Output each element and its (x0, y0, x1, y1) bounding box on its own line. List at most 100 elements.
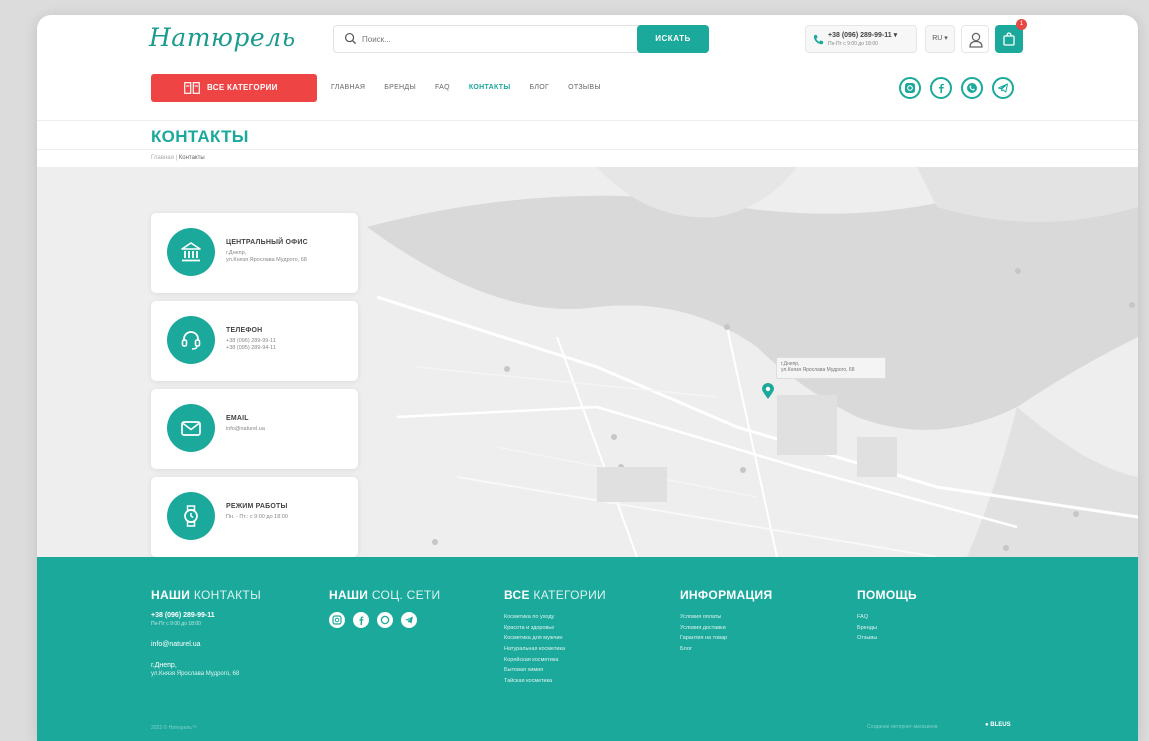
telegram-icon (998, 83, 1008, 93)
footer-facebook-link[interactable] (353, 612, 369, 628)
footer-address: ул.Князя Ярослава Мудрого, 68 (151, 671, 240, 677)
search-button[interactable]: ИСКАТЬ (637, 25, 709, 53)
heading-bold: ПОМОЩЬ (857, 588, 917, 602)
menu-item-faq[interactable]: FAQ (435, 84, 450, 91)
headset-icon (181, 331, 201, 350)
cart-icon (1003, 32, 1015, 46)
telegram-link[interactable] (992, 77, 1014, 99)
phone-dropdown[interactable]: +38 (096) 289-99-11 ▾ Пн-Пт с 9:00 до 18… (805, 25, 917, 53)
bank-icon (181, 242, 201, 262)
facebook-link[interactable] (930, 77, 952, 99)
menu-item-contacts[interactable]: КОНТАКТЫ (469, 84, 511, 91)
developer-logo[interactable]: ● BLEUS (985, 722, 1011, 728)
menu-item-home[interactable]: ГЛАВНАЯ (331, 84, 365, 91)
footer-link[interactable]: FAQ (857, 614, 917, 620)
heading-bold: НАШИ (329, 588, 369, 602)
card-phone-1[interactable]: +38 (096) 289-99-11 (226, 338, 276, 344)
user-icon (969, 32, 983, 48)
card-phone-2[interactable]: +38 (095) 289-94-11 (226, 345, 276, 351)
facebook-icon (359, 616, 364, 625)
map-marker-icon[interactable] (762, 383, 774, 399)
heading-bold: НАШИ (151, 588, 191, 602)
catalog-icon (184, 82, 200, 94)
all-categories-button[interactable]: ВСЕ КАТЕГОРИИ (151, 74, 317, 102)
breadcrumb-home[interactable]: Главная (151, 155, 174, 161)
footer-info-list: Условия оплаты Условия доставки Гарантия… (680, 614, 772, 652)
page-title-bar: КОНТАКТЫ (37, 120, 1138, 150)
footer-link[interactable]: Блог (680, 646, 772, 652)
header-phone: +38 (096) 289-99-11 ▾ (828, 32, 898, 39)
location-map[interactable]: ЦЕНТРАЛЬНЫЙ ОФИС г.Днепр, ул.Князя Яросл… (37, 167, 1138, 557)
contact-card-phone: ТЕЛЕФОН +38 (096) 289-99-11 +38 (095) 28… (151, 301, 358, 381)
heading-light: СОЦ. СЕТИ (368, 588, 441, 602)
footer-link[interactable]: Условия оплаты (680, 614, 772, 620)
menu-item-brands[interactable]: БРЕНДЫ (384, 84, 416, 91)
footer-link[interactable]: Бренды (857, 625, 917, 631)
heading-light: КАТЕГОРИИ (529, 588, 606, 602)
developer-credit[interactable]: Создание интернет-магазинов (867, 724, 938, 730)
footer-heading: ВСЕ КАТЕГОРИИ (504, 588, 606, 602)
viber-icon (380, 615, 390, 625)
search-icon (344, 32, 357, 45)
footer-link[interactable]: Красота и здоровье (504, 625, 606, 631)
copyright: 2022 © Натюрель™ (151, 725, 197, 731)
footer-email[interactable]: info@naturel.ua (151, 641, 261, 648)
account-button[interactable] (961, 25, 989, 53)
footer-social-links (329, 612, 440, 628)
mail-icon (181, 421, 201, 436)
footer-link[interactable]: Отзывы (857, 635, 917, 641)
menu-item-blog[interactable]: БЛОГ (530, 84, 550, 91)
footer-link[interactable]: Косметика для мужчин (504, 635, 606, 641)
footer-link[interactable]: Условия доставки (680, 625, 772, 631)
cart-button[interactable]: 1 (995, 19, 1027, 53)
footer-phone[interactable]: +38 (096) 289-99-11 (151, 612, 261, 619)
card-line: г.Днепр, (226, 250, 247, 256)
footer-heading: ПОМОЩЬ (857, 588, 917, 602)
footer-categories: ВСЕ КАТЕГОРИИ Косметика по уходу Красота… (504, 588, 606, 689)
card-icon-circle (167, 316, 215, 364)
header-phone-hours: Пн-Пт с 9:00 до 18:00 (828, 41, 878, 47)
browser-page: Натюрель ИСКАТЬ +38 (096) 289-99-11 ▾ Пн… (37, 15, 1138, 741)
footer-heading: НАШИ КОНТАКТЫ (151, 588, 261, 602)
footer-link[interactable]: Тайская косметика (504, 678, 606, 684)
breadcrumb-current: Контакты (178, 155, 205, 161)
search-input[interactable] (362, 30, 632, 48)
card-title: РЕЖИМ РАБОТЫ (226, 503, 288, 510)
footer-link[interactable]: Натуральная косметика (504, 646, 606, 652)
instagram-link[interactable] (899, 77, 921, 99)
marker-label-line: ул.Князя Ярослава Мудрого, 68 (781, 367, 855, 373)
footer-help-list: FAQ Бренды Отзывы (857, 614, 917, 641)
main-menu: ГЛАВНАЯ БРЕНДЫ FAQ КОНТАКТЫ БЛОГ ОТЗЫВЫ (331, 84, 620, 91)
cart-count-badge: 1 (1016, 19, 1027, 30)
facebook-icon (939, 83, 944, 93)
footer-social: НАШИ СОЦ. СЕТИ (329, 588, 440, 628)
footer-contacts: НАШИ КОНТАКТЫ +38 (096) 289-99-11 Пн-Пт … (151, 588, 261, 677)
search-bar: ИСКАТЬ (333, 25, 709, 53)
footer-hours: Пн-Пт с 9:00 до 18:00 (151, 621, 201, 627)
all-categories-label: ВСЕ КАТЕГОРИИ (207, 83, 278, 92)
header-social-links (899, 77, 1014, 99)
footer-instagram-link[interactable] (329, 612, 345, 628)
footer-link[interactable]: Гарантия на товар (680, 635, 772, 641)
card-email-link[interactable]: info@naturel.ua (226, 426, 265, 432)
viber-link[interactable] (961, 77, 983, 99)
viber-icon (967, 83, 977, 93)
site-logo[interactable]: Натюрель (149, 23, 296, 52)
contact-card-office: ЦЕНТРАЛЬНЫЙ ОФИС г.Днепр, ул.Князя Яросл… (151, 213, 358, 293)
instagram-icon (905, 83, 915, 93)
footer-link[interactable]: Корейская косметика (504, 657, 606, 663)
menu-item-reviews[interactable]: ОТЗЫВЫ (568, 84, 601, 91)
card-title: ТЕЛЕФОН (226, 327, 263, 334)
header-top: Натюрель ИСКАТЬ +38 (096) 289-99-11 ▾ Пн… (37, 15, 1138, 73)
card-line: ул.Князя Ярослава Мудрого, 68 (226, 257, 307, 263)
footer-heading: НАШИ СОЦ. СЕТИ (329, 588, 440, 602)
footer-link[interactable]: Бытовая химия (504, 667, 606, 673)
footer-viber-link[interactable] (377, 612, 393, 628)
instagram-icon (332, 615, 342, 625)
footer-telegram-link[interactable] (401, 612, 417, 628)
card-title: EMAIL (226, 415, 249, 422)
footer-link[interactable]: Косметика по уходу (504, 614, 606, 620)
footer-help: ПОМОЩЬ FAQ Бренды Отзывы (857, 588, 917, 646)
footer-city: г.Днепр, (151, 662, 177, 669)
language-select[interactable]: RU ▾ (925, 25, 955, 53)
